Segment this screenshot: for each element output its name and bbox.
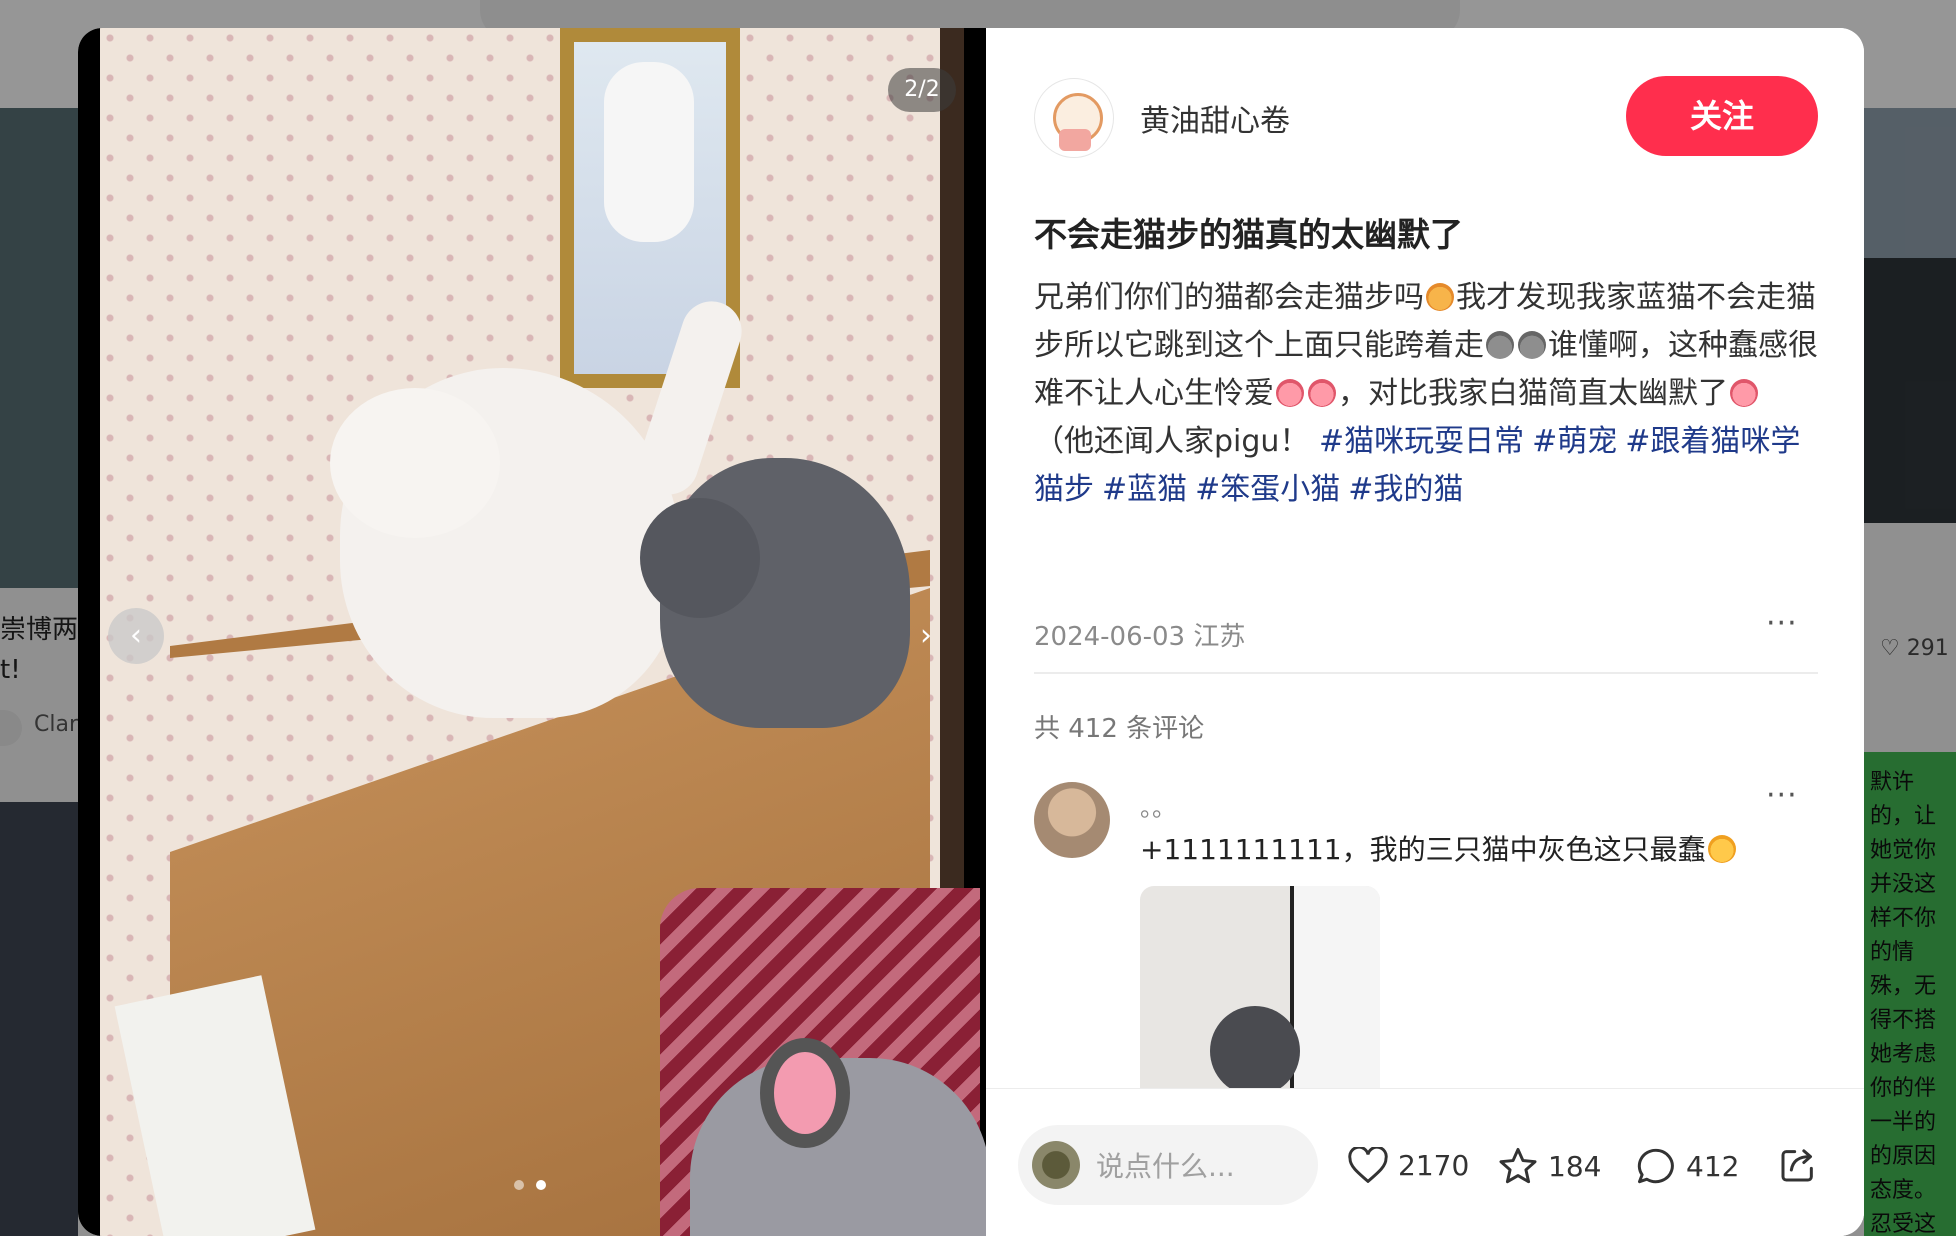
author-info[interactable]: 黄油甜心卷	[1034, 78, 1290, 158]
comment-button[interactable]: 412	[1636, 1147, 1739, 1185]
post-description: 兄弟们你们的猫都会走猫步吗 我才发现我家蓝猫不会走猫步所以它跳到这个上面只能跨着走…	[1034, 280, 1818, 507]
hashtag-link[interactable]: #我的猫	[1348, 472, 1463, 507]
poop-emoji-icon	[1486, 331, 1514, 359]
like-count: 2170	[1398, 1148, 1470, 1182]
chevron-right-icon: ›	[920, 618, 932, 653]
note-content-panel: 黄油甜心卷 关注 不会走猫步的猫真的太幽默了 兄弟们你们的猫都会走猫步吗 我才发现…	[986, 28, 1864, 1236]
share-icon	[1781, 1149, 1813, 1182]
prev-image-button[interactable]: ‹	[108, 608, 164, 664]
author-name[interactable]: 黄油甜心卷	[1140, 96, 1290, 140]
cry-emoji-icon	[1308, 379, 1336, 407]
cry-emoji-icon	[1276, 379, 1304, 407]
divider	[1034, 672, 1818, 674]
comment-more-icon[interactable]: ···	[1766, 778, 1798, 813]
carousel-dots	[514, 1180, 546, 1190]
engagement-bar: 说点什么... 2170 184 412	[986, 1088, 1864, 1236]
post-date-location: 2024-06-03 江苏	[1034, 622, 1246, 652]
hashtag-link[interactable]: #笨蛋小猫	[1195, 472, 1340, 507]
hashtag-link[interactable]: #猫咪玩耍日常	[1319, 424, 1524, 459]
favorite-count: 184	[1548, 1149, 1602, 1183]
comment-avatar[interactable]	[1034, 782, 1110, 858]
poop-emoji-icon	[1518, 331, 1546, 359]
comment-text: +1111111111，我的三只猫中灰色这只最蠢	[1140, 828, 1738, 868]
carousel-dot-1[interactable]	[514, 1180, 524, 1190]
cry-emoji-icon	[1730, 379, 1758, 407]
hashtag-link[interactable]: #萌宠	[1532, 424, 1617, 459]
author-avatar[interactable]	[1034, 78, 1114, 158]
comment-count-bottom: 412	[1686, 1149, 1740, 1183]
comment-input-placeholder: 说点什么...	[1096, 1150, 1235, 1183]
post-title: 不会走猫步的猫真的太幽默了	[1034, 215, 1463, 254]
comment-input[interactable]: 说点什么...	[1018, 1125, 1318, 1205]
comment-count: 共 412 条评论	[1034, 714, 1205, 744]
image-carousel[interactable]: 2/2 ‹ ›	[78, 28, 986, 1236]
heart-icon	[1348, 1147, 1388, 1183]
comment-bubble-icon	[1637, 1148, 1674, 1184]
smile-emoji-icon	[1707, 835, 1736, 863]
next-image-button[interactable]: ›	[898, 608, 954, 664]
sweat-emoji-icon	[1426, 283, 1454, 311]
note-detail-modal: 2/2 ‹ › 黄油甜心卷 关注 不会走猫步的猫真的太幽默了 兄弟们你们的猫都会…	[78, 28, 1864, 1236]
share-button[interactable]	[1778, 1145, 1818, 1189]
post-more-icon[interactable]: ···	[1766, 606, 1798, 641]
hashtag-link[interactable]: #蓝猫	[1102, 472, 1187, 507]
comment-author[interactable]: 。。	[1140, 788, 1176, 823]
post-image	[100, 28, 986, 1236]
user-avatar	[1032, 1141, 1080, 1189]
favorite-button[interactable]: 184	[1498, 1147, 1601, 1185]
like-button[interactable]: 2170	[1348, 1147, 1469, 1183]
carousel-dot-2[interactable]	[536, 1180, 546, 1190]
image-counter: 2/2	[888, 68, 956, 112]
chevron-left-icon: ‹	[130, 618, 142, 653]
star-icon	[1499, 1147, 1537, 1184]
follow-button[interactable]: 关注	[1626, 76, 1818, 156]
